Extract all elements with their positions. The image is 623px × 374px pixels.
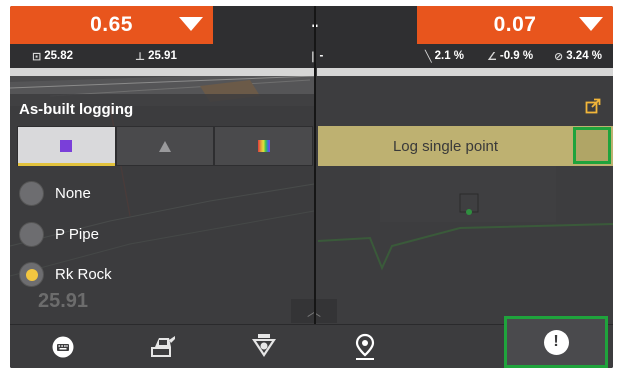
open-external-icon[interactable] xyxy=(585,98,601,114)
log-button-highlight[interactable] xyxy=(573,127,611,164)
main-slope-readout: ∠ -0.9 % xyxy=(487,50,534,63)
tab-color-code[interactable] xyxy=(17,126,116,166)
tab-surface[interactable] xyxy=(115,126,215,166)
grade-icon: ⊘ xyxy=(554,50,564,63)
machine-icon xyxy=(151,336,175,357)
rainbow-icon xyxy=(257,140,270,152)
alert-icon: ! xyxy=(543,329,569,355)
triangle-icon xyxy=(159,140,171,152)
option-label: P Pipe xyxy=(55,226,99,243)
machine-control-screen: 0.65 - 0.07 ⊡ 25.82 ⊥ 25.91 ∥ - ╲ 2.1 % … xyxy=(10,6,613,368)
radio-button[interactable] xyxy=(19,222,44,247)
selected-dot xyxy=(25,268,38,281)
location-pin-icon xyxy=(355,333,375,360)
alert-button[interactable]: ! xyxy=(504,316,608,368)
radar-button[interactable] xyxy=(234,325,294,368)
panel-title: As-built logging xyxy=(19,101,134,118)
design-elevation-icon: ⊥ xyxy=(135,50,146,63)
location-button[interactable] xyxy=(335,325,395,368)
cut-fill-left-box[interactable]: 0.65 xyxy=(10,6,213,44)
slope-icon: ╲ xyxy=(425,50,432,63)
design-elevation-readout: ⊥ 25.91 xyxy=(135,50,177,63)
elevation-icon: ⊡ xyxy=(32,50,42,63)
keyboard-icon xyxy=(52,336,74,358)
main-slope-icon: ∠ xyxy=(487,50,497,63)
logging-mode-tabs xyxy=(17,126,314,166)
info-row-left: ⊡ 25.82 ⊥ 25.91 xyxy=(10,44,213,68)
cut-fill-left-value: 0.65 xyxy=(90,13,133,36)
tab-palette[interactable] xyxy=(214,126,314,166)
machine-button[interactable] xyxy=(133,325,193,368)
cross-slope-readout: ╲ 2.1 % xyxy=(425,50,465,63)
cut-fill-right-box[interactable]: 0.07 xyxy=(417,6,613,44)
radio-button-selected[interactable] xyxy=(19,262,44,287)
info-row-right: ╲ 2.1 % ∠ -0.9 % ⊘ 3.24 % xyxy=(417,44,613,68)
option-label: Rk Rock xyxy=(55,266,112,283)
option-label: None xyxy=(55,185,91,202)
log-single-point-button[interactable]: Log single point xyxy=(318,126,613,166)
log-button-label: Log single point xyxy=(392,137,499,155)
option-pipe[interactable]: P Pipe xyxy=(19,222,99,247)
radio-button[interactable] xyxy=(19,181,44,206)
option-rock[interactable]: Rk Rock xyxy=(19,262,112,287)
background-elevation-value: 25.91 xyxy=(38,290,89,312)
purple-square-icon xyxy=(60,140,73,152)
status-strip-left xyxy=(10,68,314,76)
option-none[interactable]: None xyxy=(19,181,91,206)
cut-fill-right-value: 0.07 xyxy=(493,13,537,36)
dropdown-triangle-icon xyxy=(579,17,603,31)
elevation-readout: ⊡ 25.82 xyxy=(32,50,73,63)
split-divider xyxy=(314,6,316,368)
grade-readout: ⊘ 3.24 % xyxy=(554,50,603,63)
status-strip-right xyxy=(317,68,613,76)
offset-readout: ∥ - xyxy=(311,50,323,63)
dropdown-triangle-icon xyxy=(179,17,203,31)
radar-icon xyxy=(252,334,276,357)
keyboard-button[interactable] xyxy=(33,325,93,368)
